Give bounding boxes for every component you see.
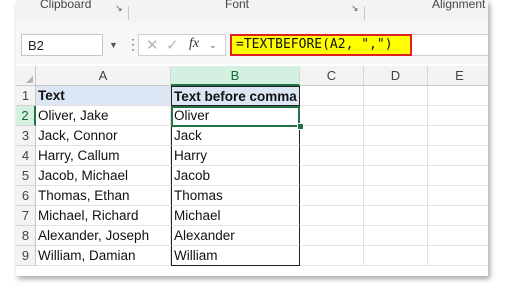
cell-d4[interactable] <box>364 146 428 166</box>
clipboard-launcher-icon[interactable]: ↘ <box>115 4 125 14</box>
column-header-b[interactable]: B <box>171 66 300 86</box>
function-dropdown-icon[interactable]: ⌄ <box>209 40 217 51</box>
column-header-a[interactable]: A <box>36 66 171 86</box>
row-header-7[interactable]: 7 <box>16 206 36 226</box>
cell-e8[interactable] <box>428 226 488 246</box>
cell-a8[interactable]: Alexander, Joseph <box>36 226 171 246</box>
cell-c7[interactable] <box>300 206 364 226</box>
cell-b6[interactable]: Thomas <box>171 186 300 206</box>
ribbon-group-bar: Clipboard ↘ Font ↘ Alignment <box>16 0 488 23</box>
row-header-1[interactable]: 1 <box>16 86 36 106</box>
cell-b4[interactable]: Harry <box>171 146 300 166</box>
select-all-triangle-icon <box>26 76 33 83</box>
cell-c2[interactable] <box>300 106 364 126</box>
cell-e1[interactable] <box>428 86 488 106</box>
cell-d8[interactable] <box>364 226 428 246</box>
cancel-icon[interactable]: ✕ <box>146 36 159 54</box>
select-all-corner[interactable] <box>16 66 36 86</box>
cell-e9[interactable] <box>428 246 488 266</box>
cell-a7[interactable]: Michael, Richard <box>36 206 171 226</box>
cell-e3[interactable] <box>428 126 488 146</box>
font-launcher-icon[interactable]: ↘ <box>351 4 361 14</box>
cell-a5[interactable]: Jacob, Michael <box>36 166 171 186</box>
cell-e4[interactable] <box>428 146 488 166</box>
name-box-dropdown-icon[interactable]: ▼ <box>109 40 118 50</box>
excel-window: Clipboard ↘ Font ↘ Alignment B2 ▼ ⋮ ✕ ✓ … <box>16 0 488 276</box>
column-header-e[interactable]: E <box>428 66 488 86</box>
cell-b2[interactable]: Oliver <box>171 106 300 126</box>
ribbon-group-alignment[interactable]: Alignment <box>432 0 485 10</box>
cell-d9[interactable] <box>364 246 428 266</box>
cell-d7[interactable] <box>364 206 428 226</box>
cell-e2[interactable] <box>428 106 488 126</box>
column-header-d[interactable]: D <box>364 66 428 86</box>
formula-input[interactable]: =TEXTBEFORE(A2, ",") <box>230 34 412 56</box>
insert-function-icon[interactable]: fx <box>189 36 199 52</box>
cell-d6[interactable] <box>364 186 428 206</box>
fill-handle[interactable] <box>297 123 304 130</box>
cell-b1[interactable]: Text before comma <box>171 86 300 106</box>
cell-a6[interactable]: Thomas, Ethan <box>36 186 171 206</box>
formula-controls: ✕ ✓ fx ⌄ <box>138 34 226 56</box>
cell-c3[interactable] <box>300 126 364 146</box>
cell-e6[interactable] <box>428 186 488 206</box>
row-header-8[interactable]: 8 <box>16 226 36 246</box>
cell-c9[interactable] <box>300 246 364 266</box>
cell-c5[interactable] <box>300 166 364 186</box>
cell-c1[interactable] <box>300 86 364 106</box>
cell-d5[interactable] <box>364 166 428 186</box>
row-header-3[interactable]: 3 <box>16 126 36 146</box>
cell-c8[interactable] <box>300 226 364 246</box>
cell-e5[interactable] <box>428 166 488 186</box>
name-box[interactable]: B2 <box>21 34 103 56</box>
cell-d1[interactable] <box>364 86 428 106</box>
row-header-9[interactable]: 9 <box>16 246 36 266</box>
cell-c6[interactable] <box>300 186 364 206</box>
formula-bar: B2 ▼ ⋮ ✕ ✓ fx ⌄ =TEXTBEFORE(A2, ",") <box>16 22 488 64</box>
cell-a9[interactable]: William, Damian <box>36 246 171 266</box>
column-header-c[interactable]: C <box>300 66 364 86</box>
row-header-6[interactable]: 6 <box>16 186 36 206</box>
cell-b8[interactable]: Alexander <box>171 226 300 246</box>
cell-a1[interactable]: Text <box>36 86 171 106</box>
cell-d3[interactable] <box>364 126 428 146</box>
row-header-4[interactable]: 4 <box>16 146 36 166</box>
cell-a3[interactable]: Jack, Connor <box>36 126 171 146</box>
enter-check-icon[interactable]: ✓ <box>166 36 179 54</box>
cell-a4[interactable]: Harry, Callum <box>36 146 171 166</box>
row-header-2[interactable]: 2 <box>16 106 36 126</box>
formula-input-extension[interactable] <box>412 34 488 56</box>
cell-d2[interactable] <box>364 106 428 126</box>
cell-b9[interactable]: William <box>171 246 300 266</box>
cell-e7[interactable] <box>428 206 488 226</box>
row-header-5[interactable]: 5 <box>16 166 36 186</box>
ribbon-group-font[interactable]: Font <box>225 0 249 10</box>
cell-b7[interactable]: Michael <box>171 206 300 226</box>
cell-b5[interactable]: Jacob <box>171 166 300 186</box>
cell-b3[interactable]: Jack <box>171 126 300 146</box>
cell-a2[interactable]: Oliver, Jake <box>36 106 171 126</box>
cell-c4[interactable] <box>300 146 364 166</box>
ribbon-group-clipboard[interactable]: Clipboard <box>40 0 91 10</box>
